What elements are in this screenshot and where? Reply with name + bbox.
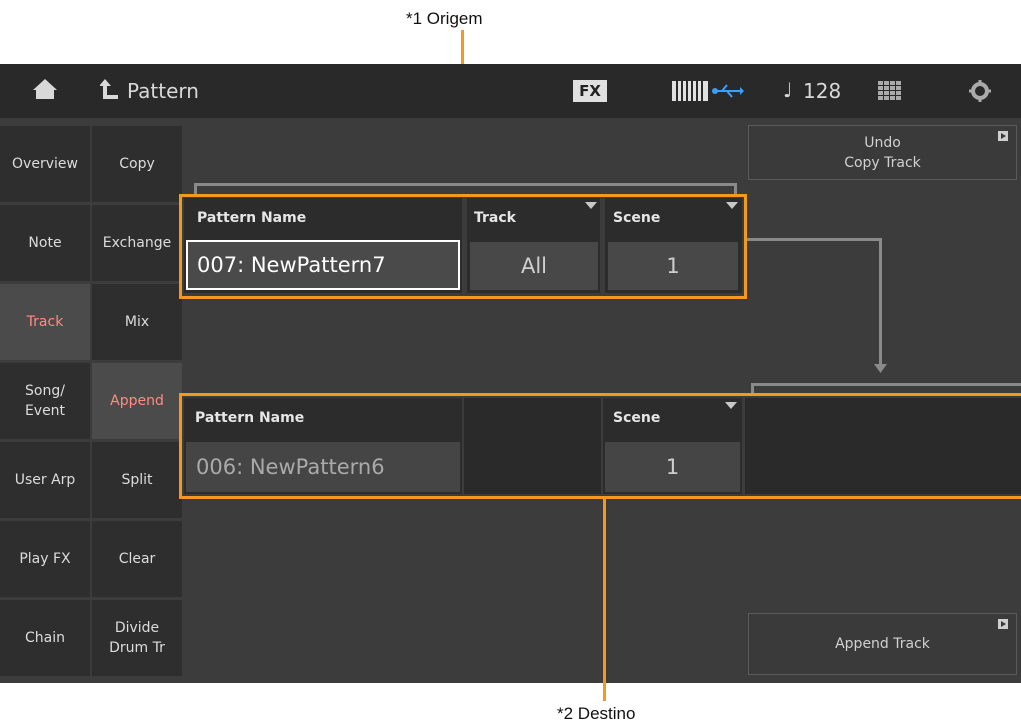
subtab-split[interactable]: Split [92,442,182,518]
dest-bracket-top [751,383,1021,386]
play-mark-icon [998,131,1008,141]
tab-track[interactable]: Track [0,284,90,360]
page-title: Pattern [127,79,199,103]
callout-destination: *2 Destino [557,704,636,723]
flow-arrow-down-icon [874,364,887,373]
tab-song-event[interactable]: Song/ Event [0,363,90,439]
flow-line-vertical [879,238,882,370]
flow-line-horizontal [745,238,882,241]
keyboard-icon[interactable] [672,81,708,101]
synth-screen: Pattern FX ♩ 128 Overview Note Track Son… [0,64,1021,683]
subtab-mix[interactable]: Mix [92,284,182,360]
subtab-copy[interactable]: Copy [92,126,182,202]
fx-indicator[interactable]: FX [573,80,607,102]
back-arrow-icon[interactable] [100,78,120,100]
undo-copy-track-label: Undo Copy Track [844,134,921,171]
subtab-append[interactable]: Append [92,363,182,439]
source-bracket-top [194,183,737,186]
subtab-exchange[interactable]: Exchange [92,205,182,281]
home-icon[interactable] [32,78,58,100]
dest-highlight-box [179,393,1021,499]
tempo-note-icon: ♩ [783,78,793,102]
gear-icon[interactable] [969,80,991,102]
undo-copy-track-button[interactable]: Undo Copy Track [748,125,1017,180]
subtab-divide-drum-tr[interactable]: Divide Drum Tr [92,600,182,676]
tab-overview[interactable]: Overview [0,126,90,202]
grid-icon[interactable] [878,81,902,101]
callout-source: *1 Origem [406,9,483,28]
header-bar: Pattern FX ♩ 128 [0,64,1021,118]
tab-note[interactable]: Note [0,205,90,281]
tab-chain[interactable]: Chain [0,600,90,676]
source-highlight-box [179,194,747,299]
usb-icon [712,84,744,98]
callout-destination-line [603,497,606,701]
tab-play-fx[interactable]: Play FX [0,521,90,597]
fx-label: FX [579,82,601,100]
tempo-value[interactable]: 128 [803,79,841,103]
tab-user-arp[interactable]: User Arp [0,442,90,518]
subtab-clear[interactable]: Clear [92,521,182,597]
append-track-button[interactable]: Append Track [748,613,1017,675]
play-mark-icon [998,619,1008,629]
append-track-label: Append Track [835,636,930,652]
